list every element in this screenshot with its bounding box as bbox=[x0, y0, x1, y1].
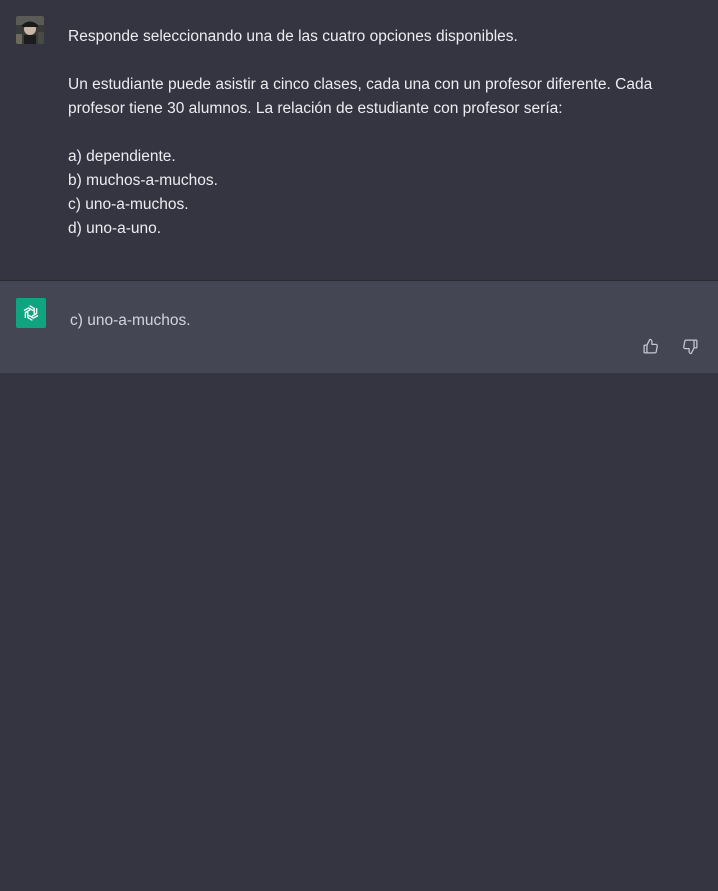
option-a: a) dependiente. bbox=[68, 148, 176, 165]
openai-logo-icon bbox=[16, 298, 46, 328]
option-b: b) muchos-a-muchos. bbox=[68, 172, 218, 189]
thumbs-down-button[interactable] bbox=[680, 336, 700, 356]
option-d: d) uno-a-uno. bbox=[68, 220, 162, 237]
user-avatar-photo bbox=[16, 16, 44, 44]
prompt-question: Un estudiante puede asistir a cinco clas… bbox=[68, 76, 653, 117]
user-avatar bbox=[16, 16, 44, 44]
user-message-text: Responde seleccionando una de las cuatro… bbox=[68, 25, 688, 241]
thumbs-up-icon bbox=[642, 338, 658, 354]
thumbs-up-button[interactable] bbox=[640, 336, 660, 356]
prompt-intro: Responde seleccionando una de las cuatro… bbox=[68, 28, 518, 45]
answer-options: a) dependiente. b) muchos-a-muchos. c) u… bbox=[68, 145, 688, 241]
option-c: c) uno-a-muchos. bbox=[68, 196, 189, 213]
conversation-empty-space bbox=[0, 373, 718, 891]
assistant-answer: c) uno-a-muchos. bbox=[70, 312, 191, 329]
thumbs-down-icon bbox=[682, 338, 698, 354]
feedback-buttons bbox=[640, 336, 700, 356]
user-message: Responde seleccionando una de las cuatro… bbox=[0, 0, 718, 281]
assistant-message: c) uno-a-muchos. bbox=[0, 281, 718, 373]
